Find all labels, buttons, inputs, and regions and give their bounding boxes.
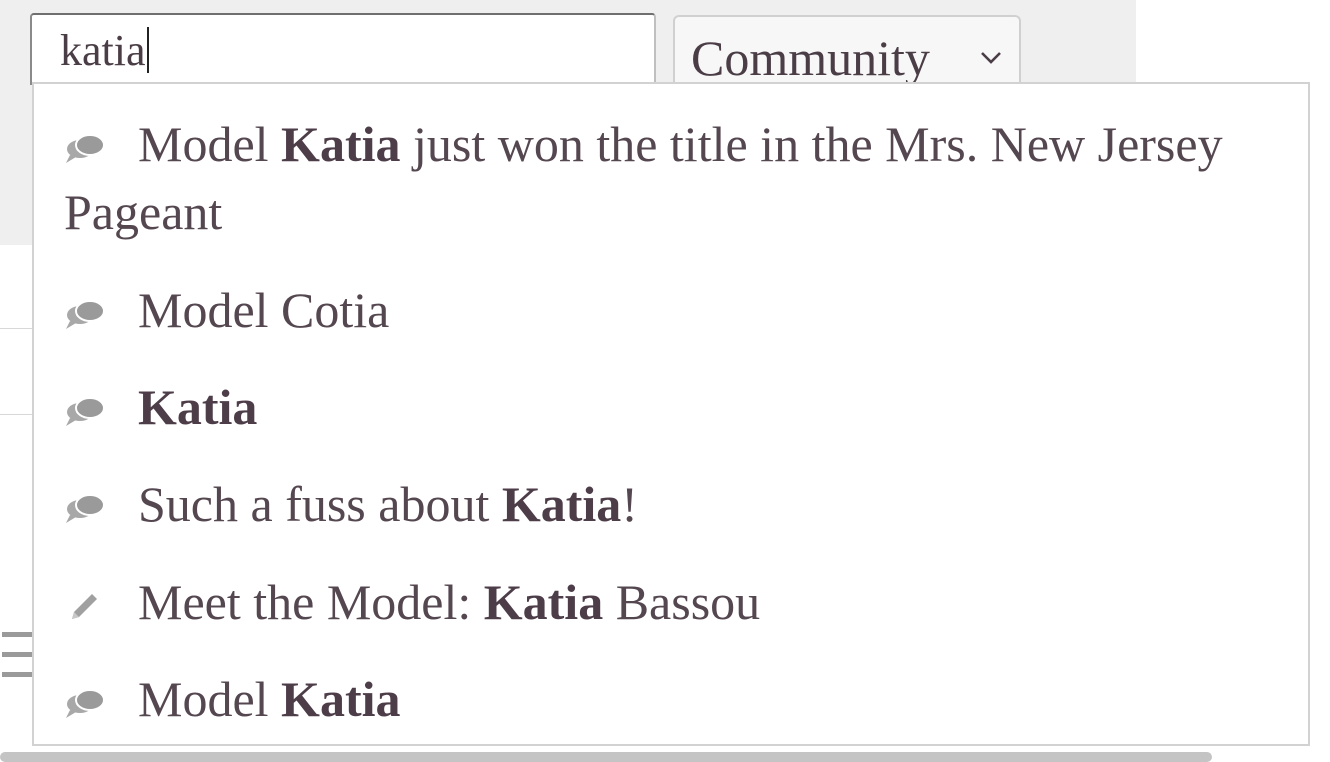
comment-icon <box>66 494 105 523</box>
text-caret <box>146 27 149 73</box>
scope-select-value: Community <box>691 30 930 86</box>
horizontal-scrollbar[interactable] <box>0 752 1212 762</box>
background-divider <box>0 328 34 329</box>
comment-icon <box>66 397 105 426</box>
suggestion-item[interactable]: Model Cotia <box>64 276 1308 344</box>
suggestions-dropdown: Model Katia just won the title in the Mr… <box>32 82 1310 746</box>
comment-icon <box>66 689 105 718</box>
search-input[interactable]: katia <box>30 13 656 85</box>
chevron-down-icon <box>981 52 1001 64</box>
comment-icon <box>66 300 105 329</box>
search-input-value: katia <box>60 21 149 81</box>
menu-icon[interactable] <box>0 628 32 680</box>
suggestion-item[interactable]: Model Katia <box>64 665 1308 733</box>
suggestion-item[interactable]: Meet the Model: Katia Bassou <box>64 568 1308 636</box>
suggestion-item[interactable]: Katia <box>64 373 1308 441</box>
pencil-icon <box>72 594 97 619</box>
suggestion-item[interactable]: Such a fuss about Katia! <box>64 470 1308 538</box>
suggestion-item[interactable]: Model Katia just won the title in the Mr… <box>64 110 1308 246</box>
scope-select[interactable]: Community <box>673 15 1021 87</box>
comment-icon <box>66 134 105 163</box>
background-divider <box>0 414 34 415</box>
